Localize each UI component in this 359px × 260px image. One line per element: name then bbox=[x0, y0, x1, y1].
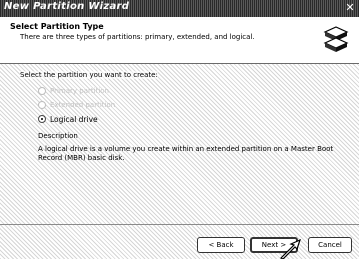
page-subtitle: There are three types of partitions: pri… bbox=[20, 33, 255, 41]
close-icon[interactable]: ✕ bbox=[344, 2, 356, 14]
mouse-pointer-icon bbox=[279, 239, 301, 259]
option-logical-drive[interactable]: Logical drive bbox=[38, 112, 115, 126]
option-label: Primary partition bbox=[50, 87, 109, 95]
cancel-button[interactable]: Cancel bbox=[308, 237, 352, 253]
partition-type-options: Primary partition Extended partition Log… bbox=[38, 84, 115, 126]
option-primary-partition: Primary partition bbox=[38, 84, 115, 98]
wizard-body: Select the partition you want to create:… bbox=[0, 64, 359, 224]
radio-extended-partition bbox=[38, 101, 46, 109]
wizard-footer: < Back Next > Cancel bbox=[0, 224, 359, 260]
option-label: Extended partition bbox=[50, 101, 116, 109]
partition-wizard-window: New Partition Wizard ✕ Select Partition … bbox=[0, 0, 359, 259]
option-label[interactable]: Logical drive bbox=[50, 115, 98, 124]
option-extended-partition: Extended partition bbox=[38, 98, 115, 112]
window-title: New Partition Wizard bbox=[4, 1, 130, 12]
radio-primary-partition bbox=[38, 87, 46, 95]
description-text: A logical drive is a volume you create w… bbox=[38, 145, 334, 162]
partition-prompt: Select the partition you want to create: bbox=[20, 71, 158, 79]
wizard-header: Select Partition Type There are three ty… bbox=[0, 17, 359, 64]
back-button[interactable]: < Back bbox=[197, 237, 245, 253]
description-heading: Description bbox=[38, 132, 78, 140]
disk-stack-icon bbox=[323, 26, 349, 52]
page-title: Select Partition Type bbox=[10, 22, 104, 31]
title-bar[interactable]: New Partition Wizard ✕ bbox=[0, 0, 359, 17]
radio-logical-drive[interactable] bbox=[38, 115, 46, 123]
